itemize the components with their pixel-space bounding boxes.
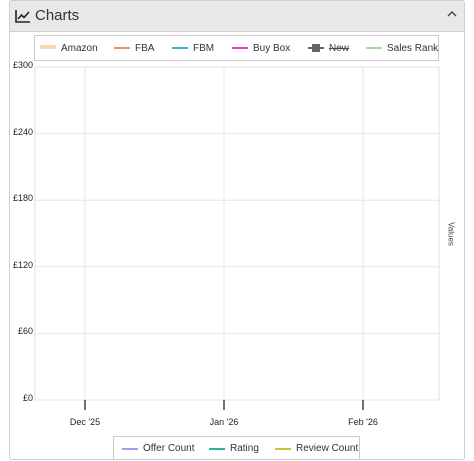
plot-frame (34, 66, 440, 401)
y-tick-label: £300 (12, 60, 33, 70)
y-tick-label: £120 (12, 259, 33, 270)
y2-axis-label: Values (446, 222, 456, 246)
x-tick-label: Dec '25 (69, 417, 101, 427)
y-tick-label: £60 (17, 326, 33, 337)
y-tick-label: £180 (12, 193, 33, 204)
x-tick-label: Feb '26 (348, 417, 378, 427)
legend-label: Review Count (296, 443, 359, 454)
x-tick-label: Jan '26 (209, 417, 239, 427)
chart-plot-area (34, 66, 440, 410)
legend-label: Offer Count (143, 443, 195, 454)
y-tick-label: £0 (22, 393, 33, 403)
legend-bottom: Offer Count Rating Review Count (113, 436, 360, 460)
legend-label: Rating (230, 443, 259, 454)
y-tick-label: £240 (12, 126, 33, 137)
